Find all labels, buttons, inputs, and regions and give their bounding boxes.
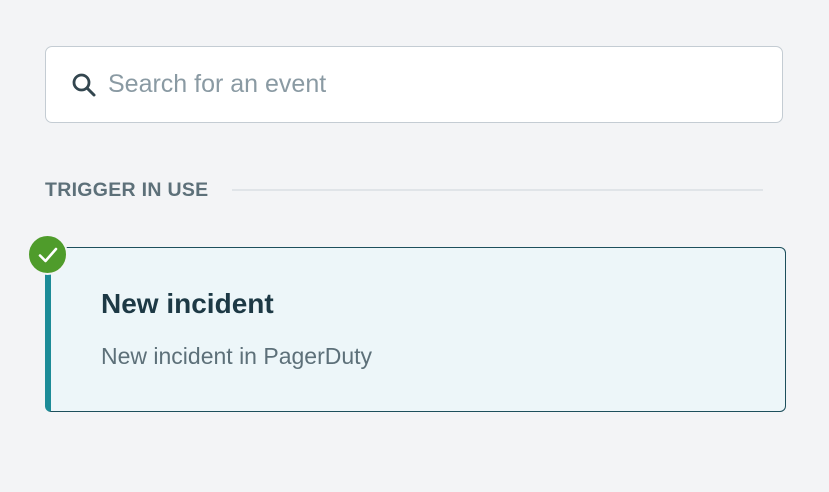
search-box[interactable] [45, 46, 783, 123]
section-divider [232, 189, 763, 191]
trigger-card-new-incident[interactable]: New incident New incident in PagerDuty [45, 247, 786, 412]
trigger-title: New incident [101, 288, 274, 319]
checkmark-icon [27, 234, 68, 275]
section-header: TRIGGER IN USE [45, 176, 763, 204]
section-title: TRIGGER IN USE [45, 178, 209, 201]
trigger-subtitle: New incident in PagerDuty [101, 343, 373, 369]
search-icon [69, 70, 99, 100]
trigger-picker: TRIGGER IN USE New incident New incident… [0, 0, 829, 492]
search-input[interactable] [108, 70, 748, 99]
